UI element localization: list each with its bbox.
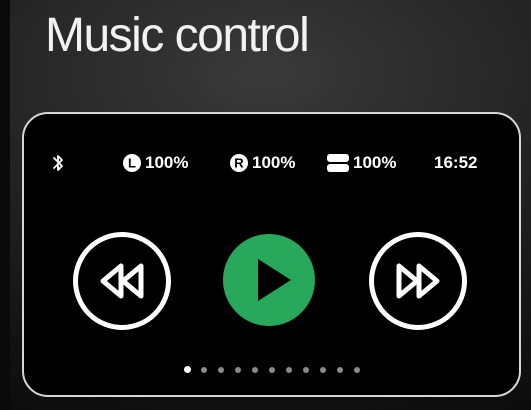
- bluetooth-icon: [51, 152, 65, 174]
- clock-time: 16:52: [434, 153, 478, 172]
- play-button[interactable]: [223, 234, 315, 326]
- left-earbud-letter: L: [128, 156, 136, 171]
- previous-track-button[interactable]: [73, 232, 171, 330]
- left-edge-shadow: [0, 0, 10, 410]
- page-dot[interactable]: [303, 367, 309, 373]
- right-earbud-icon: R: [230, 154, 248, 172]
- page-dot[interactable]: [252, 367, 258, 373]
- right-battery-value: 100%: [252, 153, 296, 172]
- play-icon: [258, 259, 291, 301]
- page-title: Music control: [45, 9, 310, 62]
- left-earbud-battery: L 100%: [122, 152, 188, 174]
- page-dot[interactable]: [269, 367, 275, 373]
- page-dot[interactable]: [286, 367, 292, 373]
- case-battery-value: 100%: [353, 153, 397, 172]
- page-dot[interactable]: [235, 367, 241, 373]
- left-battery-value: 100%: [145, 153, 189, 172]
- page-dot[interactable]: [201, 367, 207, 373]
- case-battery: 100%: [326, 152, 396, 174]
- page-dot[interactable]: [320, 367, 326, 373]
- page-dot[interactable]: [218, 367, 224, 373]
- right-earbud-letter: R: [234, 156, 244, 171]
- charging-case-icon: [327, 154, 349, 172]
- next-track-button[interactable]: [369, 232, 467, 330]
- page-indicator: [24, 366, 519, 376]
- right-earbud-battery: R 100%: [229, 152, 295, 174]
- music-control-card: L 100% R 100% 100% 16:52: [22, 112, 521, 397]
- page-dot[interactable]: [337, 367, 343, 373]
- fast-forward-icon: [396, 263, 440, 299]
- page-dot-active[interactable]: [184, 366, 191, 373]
- rewind-icon: [100, 263, 144, 299]
- page-dot[interactable]: [354, 367, 360, 373]
- left-earbud-icon: L: [123, 154, 141, 172]
